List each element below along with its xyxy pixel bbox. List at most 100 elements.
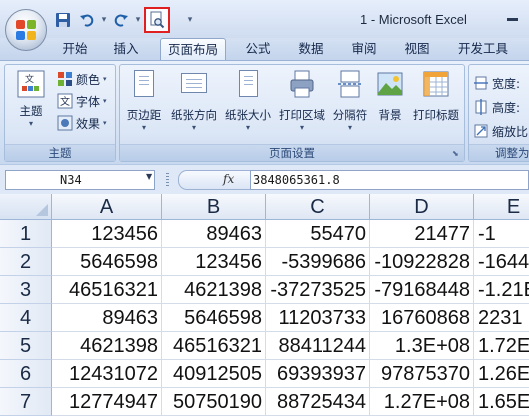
cell-a4[interactable]: 89463 [52, 304, 162, 332]
insert-function-button[interactable]: fx [178, 170, 258, 190]
cell-e7[interactable]: 1.65E [474, 388, 529, 416]
cell-a5[interactable]: 4621398 [52, 332, 162, 360]
print-preview-icon[interactable] [144, 7, 170, 33]
theme-fonts-button[interactable]: 文 字体 ▾ [57, 91, 107, 111]
redo-icon[interactable] [110, 9, 132, 31]
margins-icon [129, 69, 159, 99]
column-header-e[interactable]: E [474, 194, 529, 220]
font-icon: 文 [57, 93, 73, 109]
row-header-2[interactable]: 2 [0, 248, 52, 276]
cell-c2[interactable]: -5399686 [266, 248, 370, 276]
cell-a3[interactable]: 46516321 [52, 276, 162, 304]
office-button[interactable] [5, 9, 47, 51]
cell-b3[interactable]: 4621398 [162, 276, 266, 304]
fx-icon: fx [223, 172, 235, 186]
tab-data[interactable]: 数据 [291, 38, 331, 60]
paper-size-button[interactable]: 纸张大小 ▾ [222, 69, 274, 139]
row-header-4[interactable]: 4 [0, 304, 52, 332]
cell-b6[interactable]: 40912505 [162, 360, 266, 388]
svg-text:文: 文 [60, 95, 70, 108]
paper-size-icon [233, 69, 263, 99]
cell-e6[interactable]: 1.26E [474, 360, 529, 388]
customize-dropdown-icon[interactable]: ▾ [186, 15, 194, 25]
name-box[interactable]: N34 [5, 170, 155, 190]
cell-c5[interactable]: 88411244 [266, 332, 370, 360]
print-area-button[interactable]: 打印区域 ▾ [276, 69, 328, 139]
select-all-corner[interactable] [0, 194, 52, 220]
cell-d6[interactable]: 97875370 [370, 360, 474, 388]
column-header-a[interactable]: A [52, 194, 162, 220]
cell-c4[interactable]: 11203733 [266, 304, 370, 332]
minimize-button[interactable] [498, 4, 526, 26]
formula-bar: N34 ▼ fx 3848065361.8 [0, 164, 529, 194]
cell-b1[interactable]: 89463 [162, 220, 266, 248]
row-header-6[interactable]: 6 [0, 360, 52, 388]
themes-group: 文 主题 ▾ 颜色 ▾ 文 字体 ▾ 效果 ▾ 主题 [4, 64, 116, 162]
breaks-button[interactable]: 分隔符 ▾ [328, 69, 372, 139]
column-header-b[interactable]: B [162, 194, 266, 220]
row-header-5[interactable]: 5 [0, 332, 52, 360]
cell-c3[interactable]: -37273525 [266, 276, 370, 304]
theme-colors-button[interactable]: 颜色 ▾ [57, 69, 107, 89]
cell-b5[interactable]: 46516321 [162, 332, 266, 360]
row-header-1[interactable]: 1 [0, 220, 52, 248]
cell-b7[interactable]: 50750190 [162, 388, 266, 416]
scale-to-fit-group: 宽度: 高度: 缩放比 调整为 [468, 64, 529, 162]
cell-e2[interactable]: -1644 [474, 248, 529, 276]
theme-effects-button[interactable]: 效果 ▾ [57, 113, 107, 133]
window-title: 1 - Microsoft Excel [360, 12, 467, 27]
cell-d2[interactable]: -10922828 [370, 248, 474, 276]
column-header-d[interactable]: D [370, 194, 474, 220]
tab-page-layout[interactable]: 页面布局 [160, 38, 226, 60]
width-control[interactable]: 宽度: [473, 73, 520, 93]
redo-dropdown-icon[interactable]: ▾ [134, 15, 142, 25]
tab-developer[interactable]: 开发工具 [450, 38, 516, 60]
save-icon[interactable] [52, 9, 74, 31]
tab-formulas[interactable]: 公式 [238, 38, 278, 60]
print-titles-button[interactable]: 打印标题 [410, 69, 462, 139]
office-logo-icon [16, 20, 36, 40]
cell-d1[interactable]: 21477 [370, 220, 474, 248]
column-header-c[interactable]: C [266, 194, 370, 220]
cell-d5[interactable]: 1.3E+08 [370, 332, 474, 360]
name-box-dropdown-icon[interactable]: ▼ [146, 172, 152, 181]
scale-control[interactable]: 缩放比 [473, 121, 528, 141]
height-control[interactable]: 高度: [473, 97, 520, 117]
cell-c7[interactable]: 88725434 [266, 388, 370, 416]
tab-insert[interactable]: 插入 [106, 38, 146, 60]
row-header-3[interactable]: 3 [0, 276, 52, 304]
cell-e5[interactable]: 1.72E [474, 332, 529, 360]
cell-c1[interactable]: 55470 [266, 220, 370, 248]
row-header-7[interactable]: 7 [0, 388, 52, 416]
formula-bar-grip[interactable] [166, 173, 169, 187]
cell-e1[interactable]: -1 [474, 220, 529, 248]
formula-input[interactable]: 3848065361.8 [250, 170, 529, 190]
cell-b4[interactable]: 5646598 [162, 304, 266, 332]
worksheet-grid: ABCDE 1 123456 89463 55470 21477 -1 2 5646598 12… [0, 194, 529, 420]
scale-group-title: 调整为 [469, 144, 529, 161]
cell-d3[interactable]: -79168448 [370, 276, 474, 304]
orientation-button[interactable]: 纸张方向 ▾ [168, 69, 220, 139]
tab-review[interactable]: 审阅 [344, 38, 384, 60]
undo-icon[interactable] [76, 9, 98, 31]
themes-button[interactable]: 文 主题 ▾ [9, 69, 53, 139]
tab-home[interactable]: 开始 [55, 38, 95, 60]
dialog-launcher-icon[interactable]: ⬊ [452, 149, 462, 159]
tab-view[interactable]: 视图 [397, 38, 437, 60]
undo-dropdown-icon[interactable]: ▾ [100, 15, 108, 25]
cell-e4[interactable]: 2231 [474, 304, 529, 332]
margins-button[interactable]: 页边距 ▾ [122, 69, 166, 139]
cell-a1[interactable]: 123456 [52, 220, 162, 248]
themes-icon: 文 [16, 69, 46, 99]
cell-a7[interactable]: 12774947 [52, 388, 162, 416]
cell-a6[interactable]: 12431072 [52, 360, 162, 388]
background-button[interactable]: 背景 [372, 69, 408, 139]
cell-c6[interactable]: 69393937 [266, 360, 370, 388]
cell-d4[interactable]: 16760868 [370, 304, 474, 332]
cell-a2[interactable]: 5646598 [52, 248, 162, 276]
effects-icon [57, 115, 73, 131]
cell-d7[interactable]: 1.27E+08 [370, 388, 474, 416]
cell-b2[interactable]: 123456 [162, 248, 266, 276]
cell-e3[interactable]: -1.21E [474, 276, 529, 304]
scale-icon [473, 123, 489, 139]
